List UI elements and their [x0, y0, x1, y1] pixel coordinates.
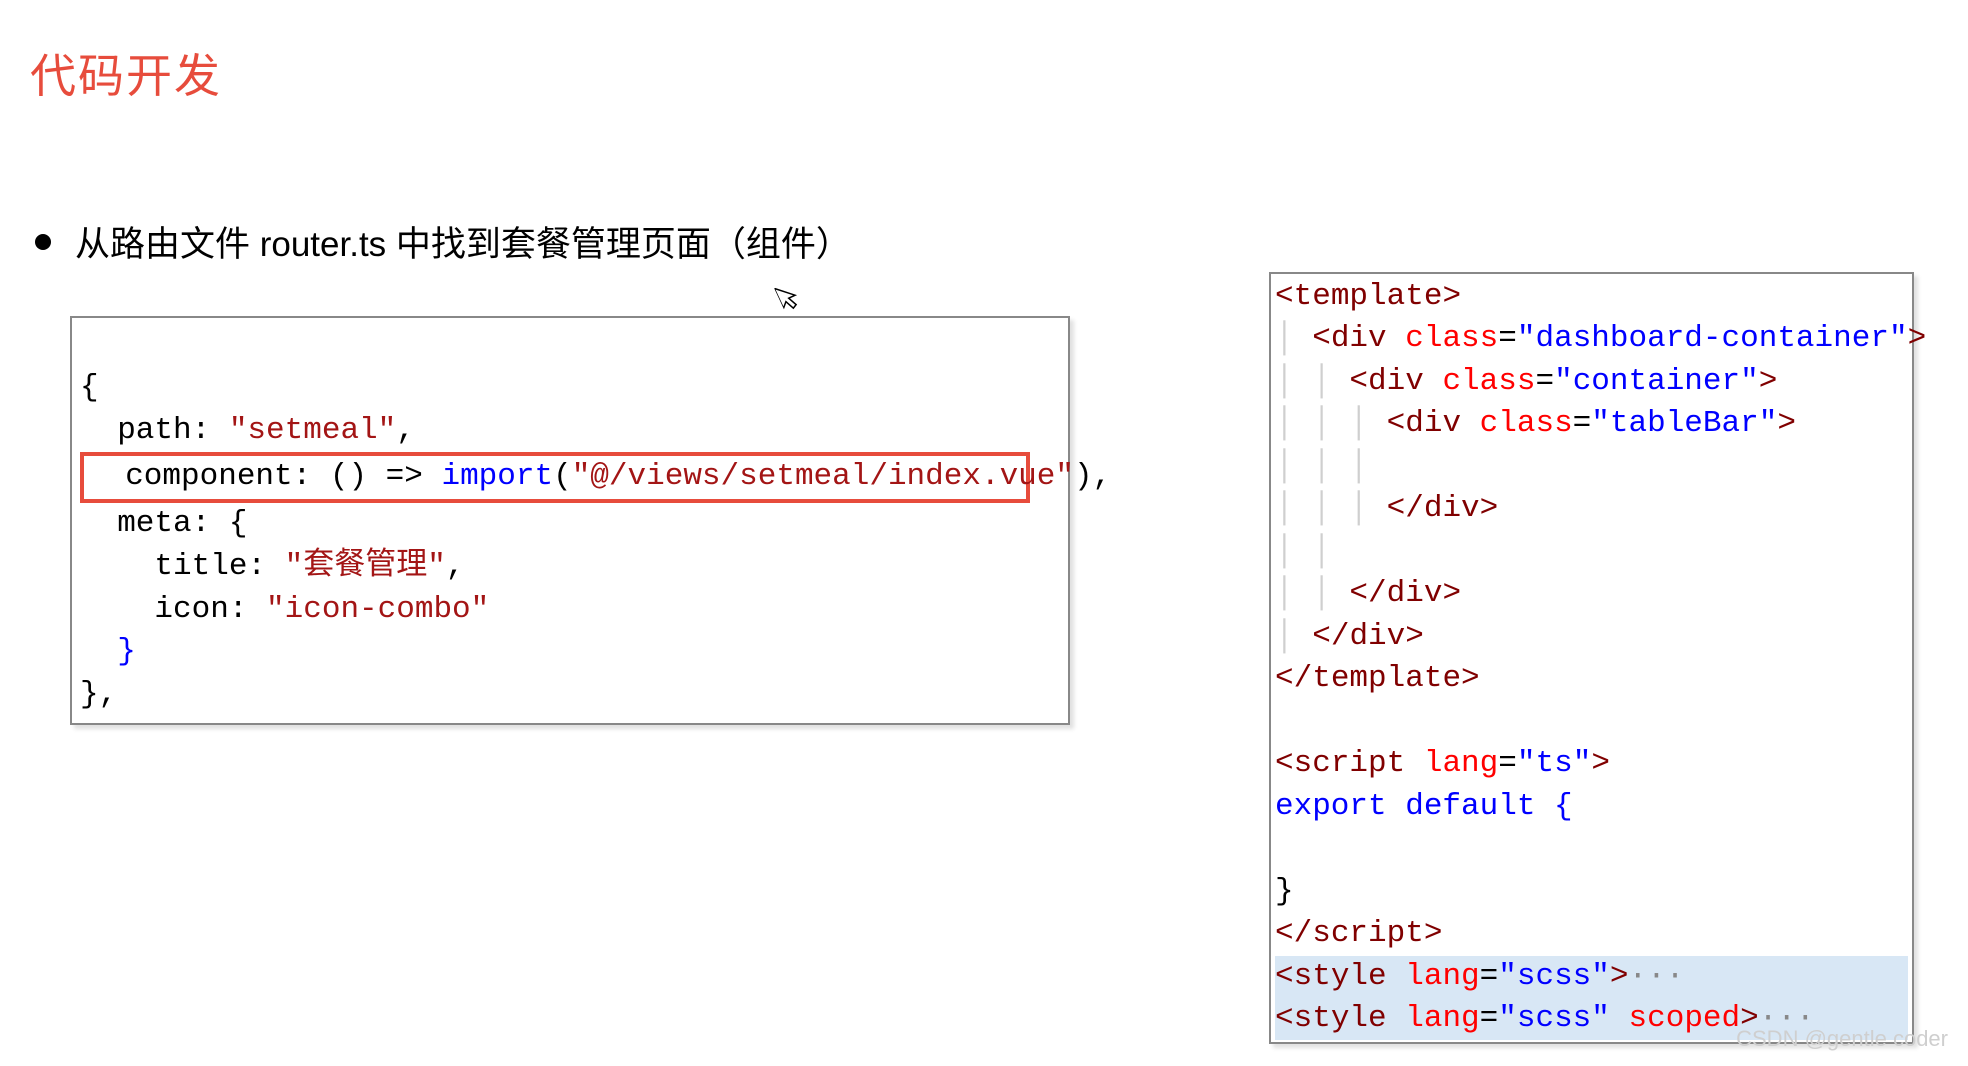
page-title: 代码开发 [30, 40, 1938, 106]
bullet-dot-icon [35, 234, 51, 250]
code-block-router: { path: "setmeal", component: () => impo… [70, 316, 1070, 725]
code-block-vue: <template> │ <div class="dashboard-conta… [1269, 272, 1914, 1044]
bullet-item: 从路由文件 router.ts 中找到套餐管理页面（组件） [35, 216, 1938, 267]
highlighted-component-line: component: () => import("@/views/setmeal… [80, 452, 1030, 503]
watermark-text: CSDN @gentle coder [1736, 1026, 1948, 1052]
bullet-text: 从路由文件 router.ts 中找到套餐管理页面（组件） [75, 216, 851, 267]
